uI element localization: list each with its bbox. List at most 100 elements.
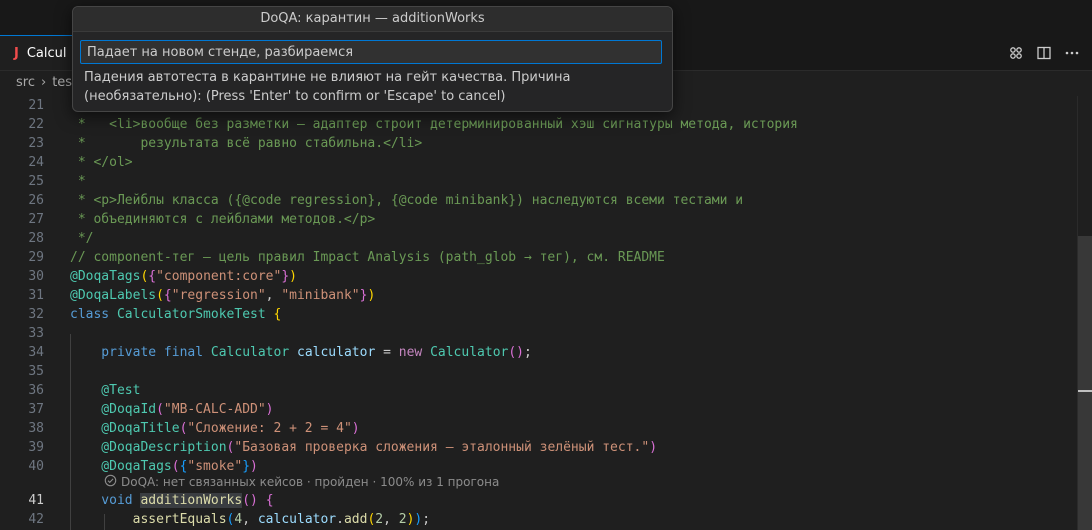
- code-token: ,: [242, 512, 258, 527]
- code-token: (): [242, 493, 258, 508]
- code-token: CalculatorSmokeTest: [116, 307, 266, 322]
- line-number: 33: [28, 326, 44, 341]
- code-line: 33: [0, 324, 1076, 343]
- code-token: new: [398, 345, 431, 360]
- code-line: 24 * </ol>: [0, 153, 1076, 172]
- dialog-title: DoQA: карантин — additionWorks: [73, 7, 672, 32]
- code-lens[interactable]: DoQA: нет связанных кейсов · пройден · 1…: [104, 474, 499, 491]
- code-token: ;: [524, 345, 532, 360]
- code-line: 31 @DoqaLabels({"regression", "minibank"}…: [0, 286, 1076, 305]
- split-editor-icon[interactable]: [1034, 43, 1054, 63]
- code-token: ): [289, 269, 297, 284]
- line-number: 21: [28, 98, 44, 113]
- code-line: 34 private final Calculator calculator =…: [0, 343, 1076, 362]
- line-number: 28: [28, 231, 44, 246]
- quarantine-reason-input[interactable]: [80, 40, 662, 64]
- line-number: 42: [28, 512, 44, 527]
- code-line: 30 @DoqaTags({"component:core"}): [0, 267, 1076, 286]
- code-text: @Test: [70, 383, 141, 398]
- code-token: "component:core": [156, 269, 282, 284]
- code-token: "Базовая проверка сложения — эталонный з…: [234, 440, 650, 455]
- code-line: 35: [0, 362, 1076, 381]
- code-token: }: [281, 269, 290, 284]
- code-token: @DoqaTags: [70, 459, 172, 474]
- more-actions-icon[interactable]: [1062, 43, 1082, 63]
- line-number: 36: [28, 383, 44, 398]
- code-line: 25 *: [0, 172, 1076, 191]
- line-number: 22: [28, 117, 44, 132]
- scrollbar-thumb[interactable]: [1078, 236, 1092, 530]
- code-token: .: [336, 512, 344, 527]
- code-token: calculator: [297, 345, 376, 360]
- breadcrumb-item-src[interactable]: src: [16, 75, 35, 90]
- line-number: 35: [28, 364, 44, 379]
- code-token: ): [351, 421, 360, 436]
- line-number: 23: [28, 136, 44, 151]
- java-file-icon: J: [14, 45, 19, 61]
- code-token: ): [649, 440, 658, 455]
- code-token: "MB-CALC-ADD": [163, 402, 266, 417]
- code-token: =: [375, 345, 399, 360]
- code-token: ;: [422, 512, 431, 527]
- code-token: {: [148, 269, 157, 284]
- code-text: * <p>Лейблы класса ({@code regression}, …: [70, 193, 744, 208]
- code-text: * объединяются с лейблами методов.</p>: [70, 212, 376, 227]
- code-text: *: [70, 174, 86, 189]
- scrollbar-cursor-marker: [1078, 390, 1092, 392]
- code-token: ): [250, 459, 258, 474]
- code-line: 32 class CalculatorSmokeTest {: [0, 305, 1076, 324]
- code-line: 37 @DoqaId("MB-CALC-ADD"): [0, 400, 1076, 419]
- line-number: 32: [28, 307, 44, 322]
- code-lens-text: DoQA: нет связанных кейсов · пройден · 1…: [121, 475, 500, 489]
- line-number: 37: [28, 402, 44, 417]
- tab-label: Calcul: [26, 45, 67, 61]
- line-number: 31: [28, 288, 44, 303]
- code-line: 36 @Test: [0, 381, 1076, 400]
- check-circle-icon: [104, 474, 117, 492]
- code-token: @DoqaTags: [70, 269, 141, 284]
- line-number: 34: [28, 345, 44, 360]
- code-line: 38 @DoqaTitle("Сложение: 2 + 2 = 4"): [0, 419, 1076, 438]
- code-token: @DoqaLabels: [70, 288, 157, 303]
- code-token: {: [163, 288, 172, 303]
- doqa-extension-icon[interactable]: [1006, 43, 1026, 63]
- code-editor[interactable]: 21 22 * <li>вообще без разметки — адапте…: [0, 96, 1092, 530]
- code-line: 39 @DoqaDescription("Базовая проверка сл…: [0, 438, 1076, 457]
- code-line: 23 * результата всё равно стабильна.</li…: [0, 134, 1076, 153]
- line-number: 38: [28, 421, 44, 436]
- line-number: 40: [28, 459, 44, 474]
- editor-actions: [1006, 35, 1082, 70]
- line-number: 39: [28, 440, 44, 455]
- line-number: 30: [28, 269, 44, 284]
- code-token: "minibank": [281, 288, 360, 303]
- code-text: // component-тег — цель правил Impact An…: [70, 250, 665, 265]
- code-token: {: [273, 307, 282, 322]
- code-line: 26 * <p>Лейблы класса ({@code regression…: [0, 191, 1076, 210]
- line-number: 25: [28, 174, 44, 189]
- code-token: calculator: [257, 512, 337, 527]
- code-token: ,: [265, 288, 282, 303]
- code-line: 41 void additionWorks() {: [0, 491, 1076, 510]
- code-token: "regression": [171, 288, 266, 303]
- line-number: 26: [28, 193, 44, 208]
- code-token: (: [156, 288, 164, 303]
- code-token: (: [156, 402, 164, 417]
- code-line: 27 * объединяются с лейблами методов.</p…: [0, 210, 1076, 229]
- code-token: "Сложение: 2 + 2 = 4": [187, 421, 352, 436]
- code-token: 2: [398, 512, 407, 527]
- code-token: "smoke": [187, 459, 243, 474]
- line-number: 29: [28, 250, 44, 265]
- code-token: class: [70, 307, 117, 322]
- code-token: @DoqaDescription: [70, 440, 227, 455]
- code-token: ): [265, 402, 274, 417]
- code-text: * </ol>: [70, 155, 133, 170]
- code-line: 42 assertEquals(4, calculator.add(2, 2))…: [0, 510, 1076, 529]
- code-token: Calculator: [210, 345, 290, 360]
- code-token: ): [367, 288, 376, 303]
- code-token: 2: [375, 512, 384, 527]
- code-line: 22 * <li>вообще без разметки — адаптер с…: [0, 115, 1076, 134]
- code-token: @DoqaTitle: [70, 421, 180, 436]
- dialog-message: Падения автотеста в карантине не влияют …: [84, 70, 571, 104]
